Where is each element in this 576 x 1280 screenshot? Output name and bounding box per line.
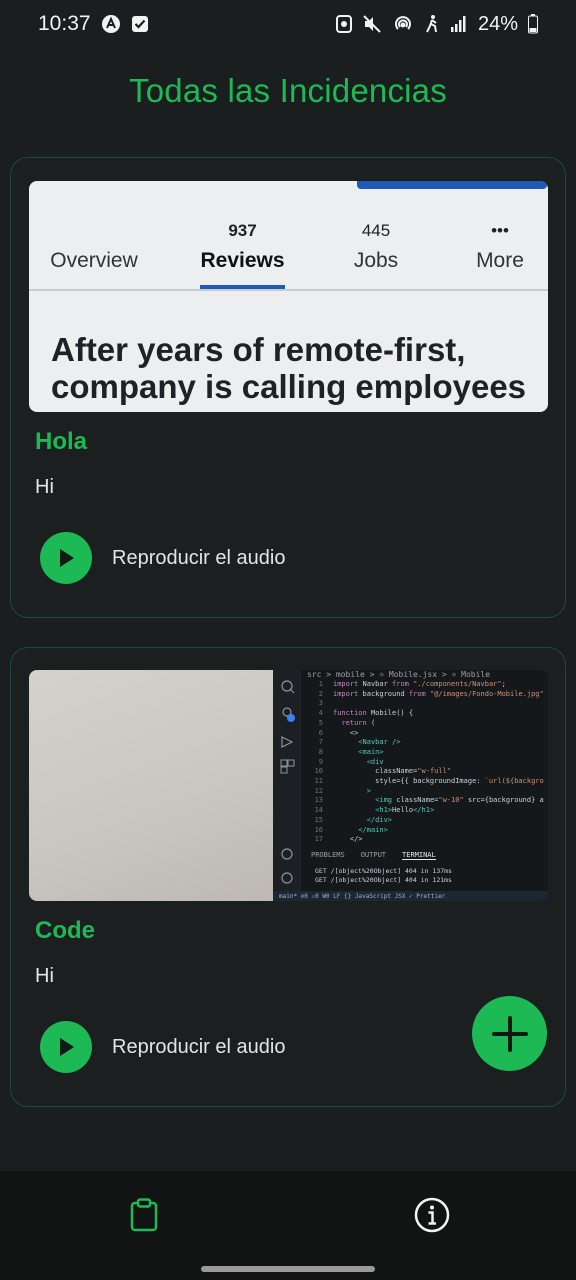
play-audio-button[interactable] [40, 1021, 92, 1073]
status-time: 10:37 [38, 12, 91, 35]
image-tab-more: ••• More [476, 221, 524, 272]
nfc-icon [335, 14, 352, 34]
info-icon [414, 1197, 450, 1233]
battery-icon [528, 14, 538, 34]
incident-title: Code [35, 917, 95, 944]
hotspot-icon [392, 14, 414, 34]
mute-icon [362, 14, 382, 34]
incident-card[interactable]: Overview 937 Reviews 445 Jobs ••• More A… [10, 157, 566, 618]
image-tab-reviews: 937 Reviews [200, 221, 285, 272]
image-code-editor: src > mobile > ⚛ Mobile.jsx > ⚛ Mobile 1… [273, 670, 548, 901]
editor-activity-bar [273, 670, 301, 901]
page-title: Todas las Incidencias [129, 72, 447, 109]
nav-info-tab[interactable] [412, 1195, 452, 1235]
image-divider [29, 289, 548, 291]
audio-player[interactable]: Reproducir el audio [40, 532, 285, 584]
status-left: 10:37 [38, 12, 149, 36]
app-notification-icon [101, 14, 121, 34]
incident-description: Hi [35, 476, 54, 498]
audio-label[interactable]: Reproducir el audio [112, 547, 285, 570]
incident-image[interactable]: Overview 937 Reviews 445 Jobs ••• More A… [29, 181, 548, 412]
play-icon [60, 1038, 74, 1056]
audio-label[interactable]: Reproducir el audio [112, 1036, 285, 1059]
editor-breadcrumb: src > mobile > ⚛ Mobile.jsx > ⚛ Mobile [307, 670, 491, 679]
play-icon [60, 549, 74, 567]
audio-player[interactable]: Reproducir el audio [40, 1021, 285, 1073]
incident-image[interactable]: src > mobile > ⚛ Mobile.jsx > ⚛ Mobile 1… [29, 670, 548, 901]
home-indicator[interactable] [201, 1266, 375, 1272]
editor-status-bar: main* ⊘0 ⚠0 W0 LF {} JavaScript JSX ✓ Pr… [273, 891, 548, 901]
editor-terminal: GET /[object%20Object] 404 in 137ms GET /… [315, 867, 452, 884]
image-headline: After years of remote-first, company is … [51, 331, 527, 405]
bottom-navigation [0, 1171, 576, 1280]
checkbox-notification-icon [131, 15, 149, 33]
image-blank-area [29, 670, 273, 901]
image-top-bar [357, 181, 547, 189]
editor-panel-tabs: PROBLEMS OUTPUT TERMINAL [311, 851, 436, 860]
incident-description: Hi [35, 965, 54, 987]
editor-code: 1 import Navbar from "./components/Navbar… [314, 680, 544, 844]
nav-incidents-tab[interactable] [124, 1195, 164, 1235]
signal-bars-icon [450, 15, 468, 33]
status-right: 24% [335, 12, 538, 36]
walking-icon [424, 14, 440, 34]
image-tab-overview: Overview [50, 249, 138, 272]
play-audio-button[interactable] [40, 532, 92, 584]
image-tab-jobs: 445 Jobs [353, 221, 399, 272]
status-bar: 10:37 24% [0, 0, 576, 48]
clipboard-icon [130, 1198, 158, 1232]
incident-title: Hola [35, 428, 88, 455]
add-incident-button[interactable] [472, 996, 547, 1071]
battery-percent: 24% [477, 12, 518, 35]
plus-icon [491, 1015, 528, 1052]
